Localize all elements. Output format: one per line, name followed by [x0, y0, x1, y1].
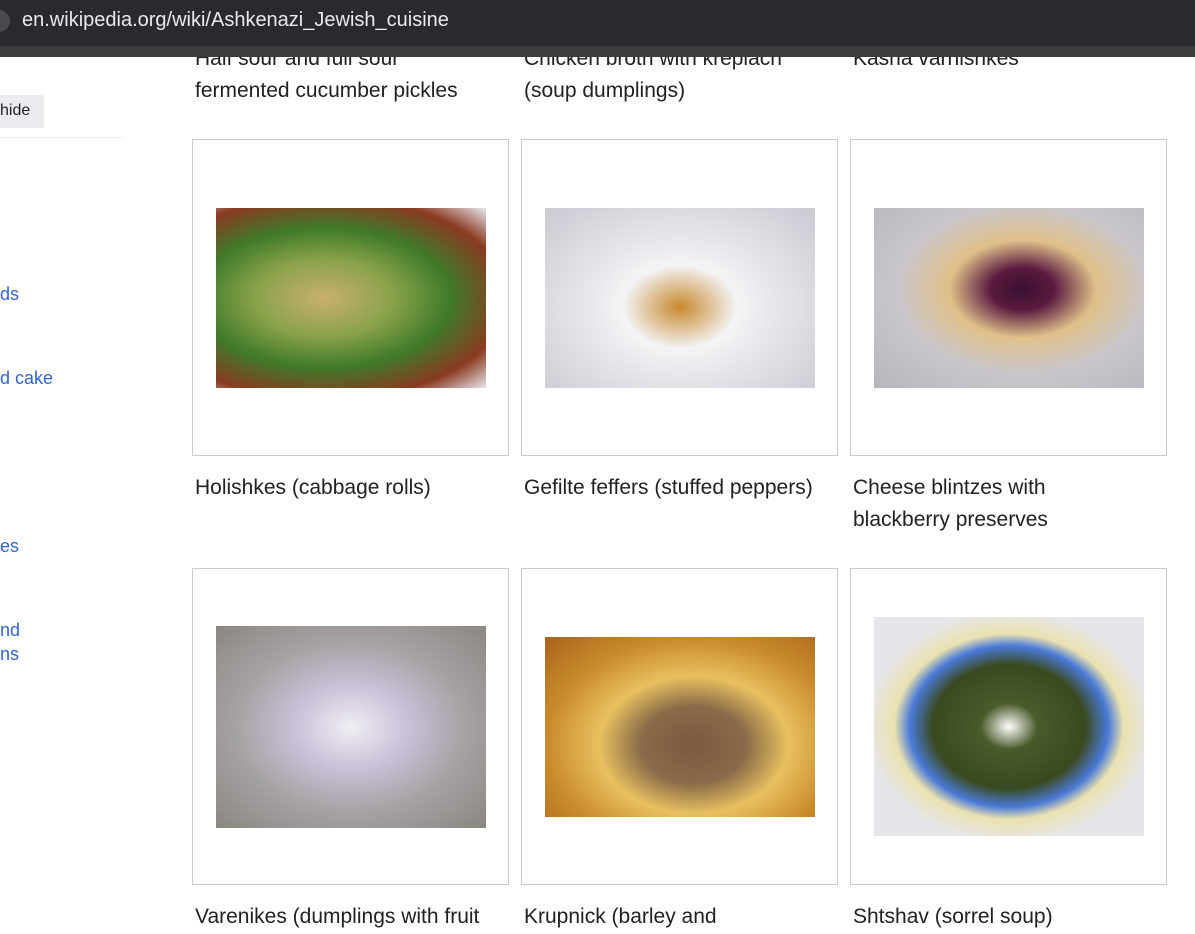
cabbage-rolls-image[interactable] [216, 208, 486, 388]
toc-link[interactable]: d cake [0, 366, 53, 390]
browser-address-bar: en.wikipedia.org/wiki/Ashkenazi_Jewish_c… [0, 0, 1195, 46]
toc-link[interactable]: ds [0, 282, 19, 306]
gallery-caption: Varenikes (dumplings with fruit [195, 905, 480, 928]
browser-toolbar-edge [0, 46, 1195, 57]
gallery-caption: Cheese blintzes with blackberry preserves [853, 476, 1048, 531]
url-text[interactable]: en.wikipedia.org/wiki/Ashkenazi_Jewish_c… [22, 9, 449, 32]
shtshav-image[interactable] [874, 617, 1144, 836]
toc-link[interactable]: ns [0, 642, 19, 666]
gallery-caption: Gefilte feffers (stuffed peppers) [524, 476, 813, 499]
toc-link[interactable]: nd [0, 618, 20, 642]
divider [0, 137, 123, 138]
toc-link[interactable]: es [0, 534, 19, 558]
gallery-caption: Holishkes (cabbage rolls) [195, 476, 431, 499]
stuffed-peppers-image[interactable] [545, 208, 815, 388]
gallery-caption: Krupnick (barley and [524, 905, 717, 928]
krupnick-image[interactable] [545, 637, 815, 817]
varenikes-image[interactable] [216, 626, 486, 828]
gallery-caption: Shtshav (sorrel soup) [853, 905, 1053, 928]
site-info-icon[interactable] [0, 10, 10, 32]
blintzes-image[interactable] [874, 208, 1144, 388]
toc-hide-button[interactable]: hide [0, 95, 44, 128]
